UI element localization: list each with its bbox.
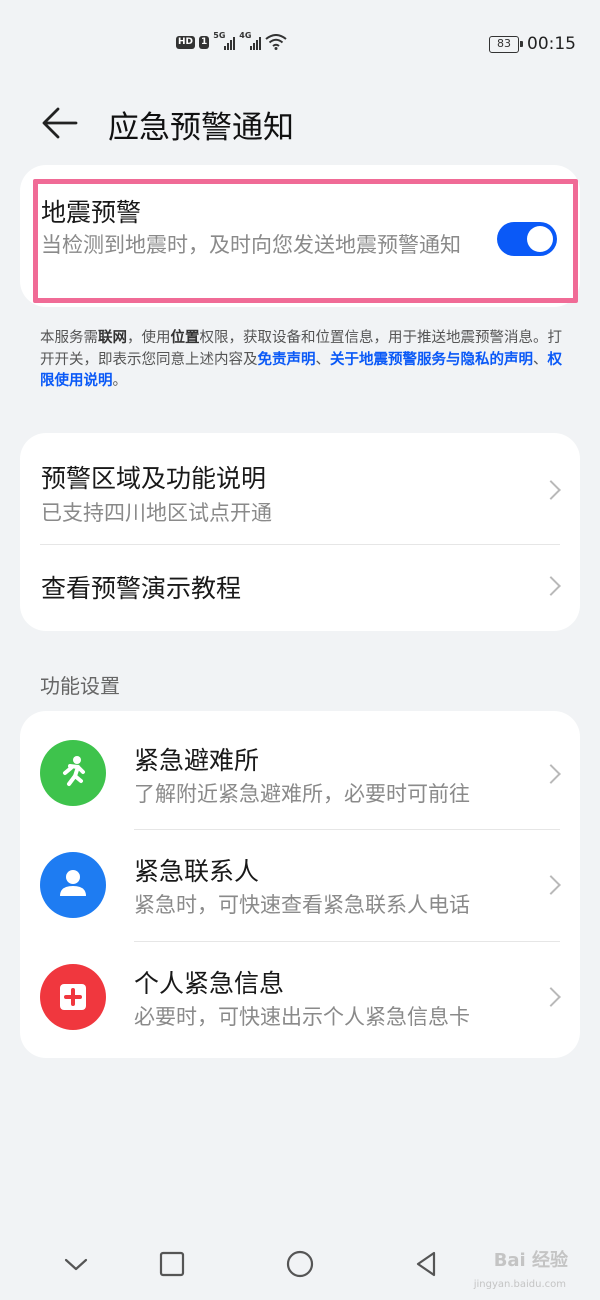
earthquake-toggle[interactable] <box>497 222 557 256</box>
nav-home-button[interactable] <box>284 1248 316 1280</box>
chevron-right-icon <box>541 480 561 500</box>
earthquake-subtitle: 当检测到地震时，及时向您发送地震预警通知 <box>41 233 461 257</box>
back-button[interactable] <box>40 106 80 140</box>
nav-back-button[interactable] <box>410 1248 442 1280</box>
square-icon <box>159 1251 185 1277</box>
chevron-down-icon <box>64 1258 88 1271</box>
system-nav-bar: Bai 经验 jingyan.baidu.com <box>0 1230 600 1300</box>
emergency-contact-item[interactable]: 紧急联系人 紧急时，可快速查看紧急联系人电话 <box>20 830 580 941</box>
disclaimer-link[interactable]: 免责声明 <box>258 352 316 368</box>
signal-5g-icon: 5G <box>213 31 236 50</box>
earthquake-title: 地震预警 <box>41 198 142 227</box>
notice-end: 。 <box>112 373 128 389</box>
nav-down-button[interactable] <box>60 1248 92 1280</box>
section-title: 功能设置 <box>40 674 120 698</box>
nav-recent-button[interactable] <box>156 1248 188 1280</box>
warning-area-subtitle: 已支持四川地区试点开通 <box>41 501 272 525</box>
notice-separator: 、 <box>533 351 548 368</box>
battery-icon: 83 <box>489 35 523 53</box>
sim-badge: 1 <box>199 35 210 49</box>
personal-info-title: 个人紧急信息 <box>134 969 285 998</box>
chevron-right-icon <box>541 875 561 895</box>
shelter-title: 紧急避难所 <box>134 746 260 775</box>
person-icon <box>40 852 106 918</box>
chevron-right-icon <box>541 987 561 1007</box>
chevron-right-icon <box>541 764 561 784</box>
notice-separator: 、 <box>315 351 331 368</box>
earthquake-card: 地震预警 当检测到地震时，及时向您发送地震预警通知 <box>20 165 580 307</box>
notice-bold-location: 位置 <box>170 330 200 346</box>
warning-area-title: 预警区域及功能说明 <box>41 464 267 493</box>
shelter-item[interactable]: 紧急避难所 了解附近紧急避难所，必要时可前往 <box>20 711 580 829</box>
status-bar: HD 1 5G 4G 83 00:15 <box>0 0 600 88</box>
page-title: 应急预警通知 <box>108 110 294 146</box>
emergency-contact-title: 紧急联系人 <box>134 857 260 886</box>
warning-area-item[interactable]: 预警区域及功能说明 已支持四川地区试点开通 <box>20 433 580 544</box>
notice-text: 本服务需 <box>40 330 98 346</box>
watermark: Bai 经验 <box>493 1250 568 1271</box>
service-notice: 本服务需联网，使用位置权限，获取设备和位置信息，用于推送地震预警消息。打开开关，… <box>40 328 568 393</box>
shelter-subtitle: 了解附近紧急避难所，必要时可前往 <box>134 782 470 806</box>
notice-text: ，使用 <box>127 330 171 346</box>
emergency-contact-subtitle: 紧急时，可快速查看紧急联系人电话 <box>134 893 470 917</box>
network-indicators: HD 1 5G 4G <box>176 31 287 50</box>
wifi-icon <box>265 34 287 50</box>
signal-4g-icon: 4G <box>239 31 262 50</box>
running-person-icon <box>40 740 106 806</box>
toggle-knob <box>527 226 553 252</box>
personal-info-item[interactable]: 个人紧急信息 必要时，可快速出示个人紧急信息卡 <box>20 942 580 1058</box>
circle-icon <box>286 1250 314 1278</box>
demo-tutorial-title: 查看预警演示教程 <box>41 574 242 603</box>
privacy-statement-link[interactable]: 关于地震预警服务与隐私的声明 <box>330 352 533 368</box>
info-card: 预警区域及功能说明 已支持四川地区试点开通 查看预警演示教程 <box>20 433 580 631</box>
status-right: 83 00:15 <box>489 34 576 54</box>
watermark-url: jingyan.baidu.com <box>473 1279 566 1290</box>
chevron-right-icon <box>541 576 561 596</box>
medical-card-icon <box>40 964 106 1030</box>
arrow-left-icon <box>42 107 78 139</box>
personal-info-subtitle: 必要时，可快速出示个人紧急信息卡 <box>134 1005 470 1029</box>
demo-tutorial-item[interactable]: 查看预警演示教程 <box>20 545 580 631</box>
notice-bold-network: 联网 <box>98 330 127 346</box>
features-card: 紧急避难所 了解附近紧急避难所，必要时可前往 紧急联系人 紧急时，可快速查看紧急… <box>20 711 580 1058</box>
page-header: 应急预警通知 <box>0 88 600 158</box>
hd-badge: HD <box>176 35 196 49</box>
triangle-back-icon <box>416 1251 436 1277</box>
clock: 00:15 <box>527 34 576 54</box>
